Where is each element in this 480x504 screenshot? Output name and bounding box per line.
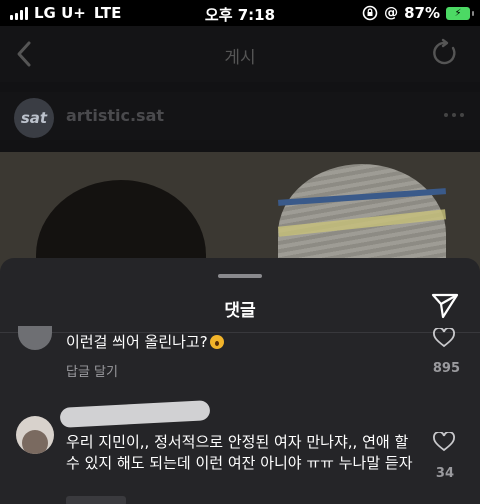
- like-count: 895: [432, 361, 460, 376]
- refresh-icon[interactable]: [430, 38, 460, 68]
- battery-percent: 87%: [404, 4, 440, 22]
- reply-button[interactable]: 답글 달기: [66, 361, 118, 380]
- comments-sheet: 댓글 이런걸 씌어 올린나고? 답글 달기 895 우리 지민이,, 정서적으로…: [0, 258, 480, 504]
- comment-avatar[interactable]: [16, 416, 54, 454]
- heart-icon[interactable]: [432, 328, 456, 348]
- heart-icon[interactable]: [432, 432, 456, 452]
- post-username[interactable]: artistic.sat: [66, 106, 164, 125]
- like-count: 34: [435, 466, 454, 481]
- status-right: @ 87% ⚡: [362, 4, 474, 22]
- comment-avatar[interactable]: [18, 326, 52, 350]
- redacted-username: [59, 400, 211, 428]
- comment-text: 이런걸 씌어 올린나고?: [66, 331, 224, 352]
- reply-button[interactable]: [66, 496, 126, 504]
- page-title: 게시: [224, 48, 256, 68]
- comment-text-body: 이런걸 씌어 올린나고?: [66, 333, 208, 351]
- alarm-icon: @: [384, 5, 399, 21]
- sheet-grabber[interactable]: [218, 274, 262, 278]
- post-avatar[interactable]: sat: [14, 98, 54, 138]
- more-options-icon[interactable]: [444, 113, 464, 117]
- sheet-title: 댓글: [224, 301, 256, 321]
- surprised-emoji-icon: [209, 335, 224, 349]
- orientation-lock-icon: [362, 5, 378, 21]
- battery-icon: ⚡: [446, 6, 474, 20]
- comment-text: 우리 지민이,, 정서적으로 안정된 여자 만나쟈,, 연애 할 수 있지 해도…: [66, 433, 413, 472]
- share-send-icon[interactable]: [430, 290, 460, 320]
